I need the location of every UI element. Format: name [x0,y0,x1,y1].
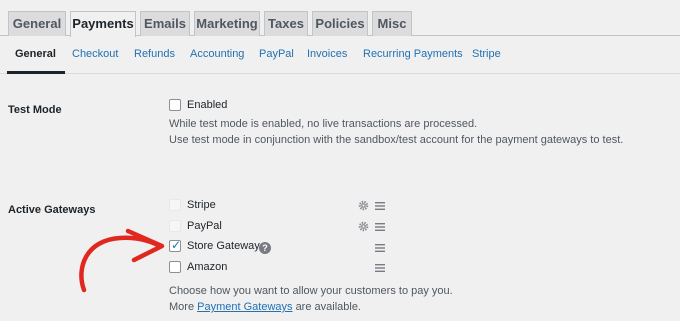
tab-payments[interactable]: Payments [70,11,136,37]
drag-handle-icon[interactable] [375,244,385,252]
tab-general[interactable]: General [8,11,66,36]
tab-policies[interactable]: Policies [312,11,368,36]
gateway-paypal-label: PayPal [187,220,222,232]
gateway-stripe-checkbox[interactable] [169,199,181,211]
gateways-description: Choose how you want to allow your custom… [169,285,453,297]
active-gateways-label: Active Gateways [8,204,96,216]
gateway-amazon-label: Amazon [187,261,228,273]
subtab-stripe[interactable]: Stripe [472,48,501,60]
subtab-checkout[interactable]: Checkout [72,48,118,60]
subtab-refunds[interactable]: Refunds [134,48,175,60]
subtab-accounting[interactable]: Accounting [190,48,244,60]
payment-gateways-link[interactable]: Payment Gateways [197,301,292,313]
help-icon[interactable]: ? [259,242,271,254]
test-mode-checkbox[interactable] [169,99,181,111]
gateways-more-suffix: are available. [295,301,361,313]
drag-handle-icon[interactable] [375,202,385,210]
test-mode-enabled-label: Enabled [187,99,228,111]
subtab-invoices[interactable]: Invoices [307,48,347,60]
drag-handle-icon[interactable] [375,264,385,272]
tab-misc[interactable]: Misc [372,11,412,36]
gateways-more-prefix: More [169,301,195,313]
drag-handle-icon[interactable] [375,223,385,231]
payments-subtabs: General Checkout Refunds Accounting PayP… [0,37,680,74]
subtab-paypal[interactable]: PayPal [259,48,294,60]
subtab-general[interactable]: General [15,48,56,60]
tab-emails[interactable]: Emails [140,11,190,36]
checkmark-icon: ✓ [171,238,182,252]
subtab-recurring-payments[interactable]: Recurring Payments [363,48,463,60]
tab-taxes[interactable]: Taxes [264,11,308,36]
gateway-store-label: Store Gateway [187,240,260,252]
tab-marketing[interactable]: Marketing [194,11,260,36]
test-mode-description: While test mode is enabled, no live tran… [169,118,478,130]
gateways-more-text: More Payment Gateways are available. [169,301,361,313]
test-mode-description-2: Use test mode in conjunction with the sa… [169,134,624,146]
test-mode-label: Test Mode [8,104,62,116]
gear-icon[interactable] [358,221,369,232]
gateway-stripe-label: Stripe [187,199,216,211]
gear-icon[interactable] [358,200,369,211]
active-tab-indicator [7,71,65,74]
settings-tabs: General Payments Emails Marketing Taxes … [0,0,680,37]
annotation-arrow-icon [79,228,165,293]
